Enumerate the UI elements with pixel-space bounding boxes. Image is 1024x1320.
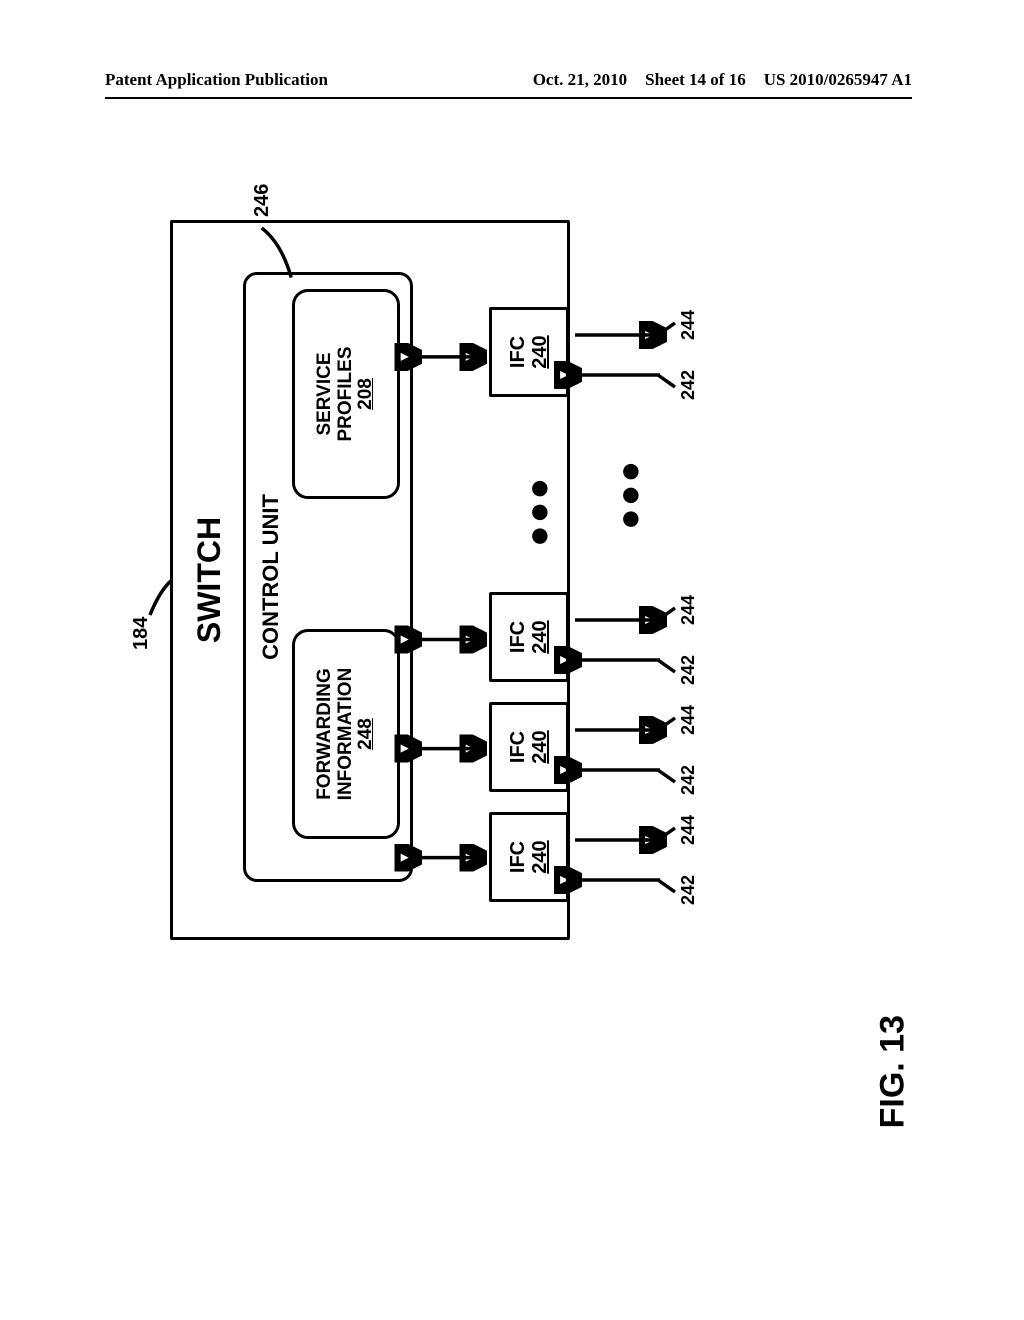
page-header: Patent Application Publication Oct. 21, …	[105, 70, 912, 100]
io-out-ref: 244	[678, 310, 699, 340]
header-pubno: US 2010/0265947 A1	[764, 70, 912, 100]
external-lines	[120, 180, 900, 1010]
header-date: Oct. 21, 2010	[533, 70, 627, 100]
io-out-ref: 244	[678, 815, 699, 845]
io-in-ref: 242	[678, 655, 699, 685]
figure-label: FIG. 13	[873, 1015, 912, 1128]
io-out-ref: 244	[678, 595, 699, 625]
header-rule	[105, 97, 912, 99]
header-left: Patent Application Publication	[105, 70, 328, 100]
diagram: 184 SWITCH CONTROL UNIT FORWARDING INFOR…	[120, 180, 900, 1010]
ellipsis-icon: ●●●	[620, 459, 638, 530]
diagram-wrapper: 184 SWITCH CONTROL UNIT FORWARDING INFOR…	[120, 180, 900, 1010]
io-in-ref: 242	[678, 765, 699, 795]
header-sheet: Sheet 14 of 16	[645, 70, 746, 100]
io-out-ref: 244	[678, 705, 699, 735]
page: Patent Application Publication Oct. 21, …	[0, 0, 1024, 1320]
io-in-ref: 242	[678, 370, 699, 400]
io-in-ref: 242	[678, 875, 699, 905]
